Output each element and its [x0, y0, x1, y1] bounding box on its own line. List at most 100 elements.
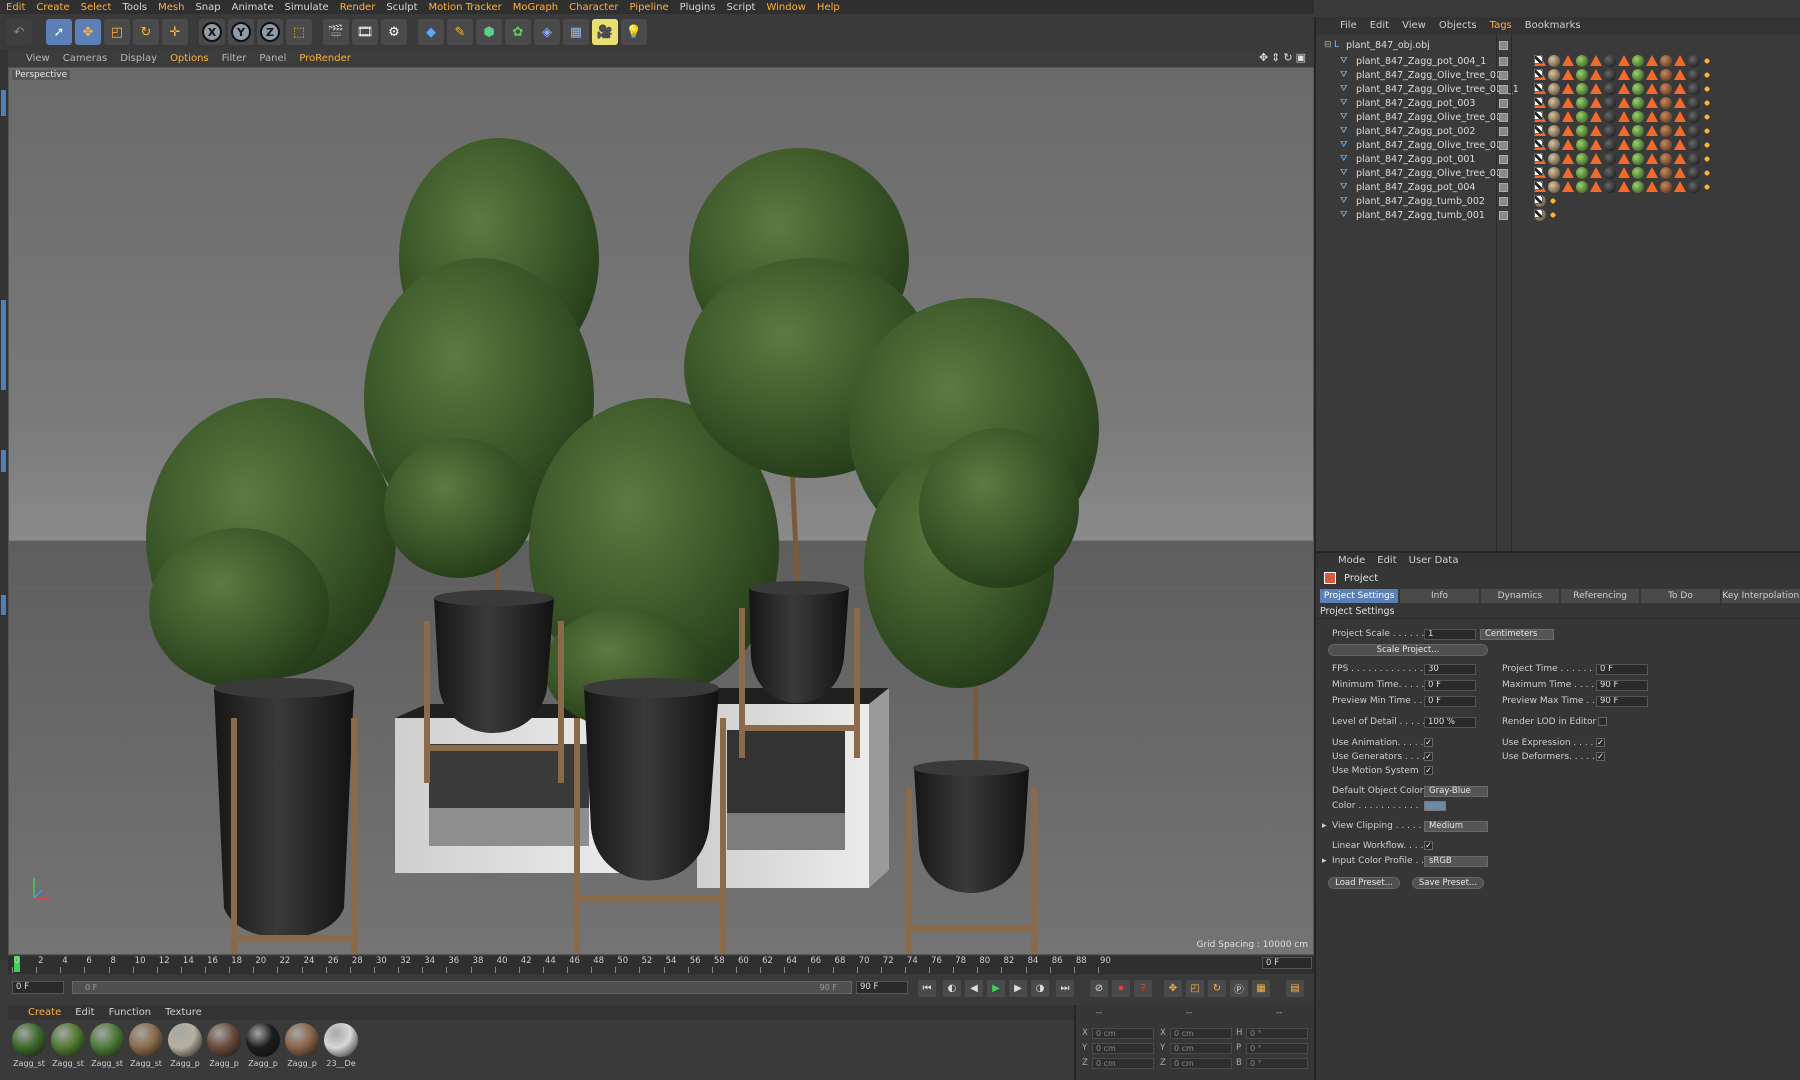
material-tag-icon[interactable]: [1548, 125, 1560, 137]
material-tag-icon[interactable]: [1604, 97, 1616, 109]
linear-workflow-checkbox[interactable]: ✓: [1424, 841, 1433, 850]
om-menu-bookmarks[interactable]: Bookmarks: [1525, 20, 1581, 31]
phong-tag-icon[interactable]: [1590, 69, 1602, 80]
move-key-icon[interactable]: ✥: [1164, 980, 1182, 997]
rotate-icon[interactable]: ↻: [133, 19, 159, 45]
phong-tag-icon[interactable]: [1562, 125, 1574, 136]
material-tag-icon[interactable]: [1576, 125, 1588, 137]
pan-icon[interactable]: ✥: [1259, 51, 1268, 64]
coord-pos-field[interactable]: 0 cm: [1092, 1058, 1154, 1069]
move-icon[interactable]: ✥: [75, 19, 101, 45]
selection-tag-icon[interactable]: [1702, 69, 1712, 81]
lod-field[interactable]: 100 %: [1424, 717, 1476, 728]
coord-size-field[interactable]: 0 cm: [1170, 1028, 1232, 1039]
material-swatch[interactable]: Zagg_p: [167, 1023, 203, 1071]
start-frame-field[interactable]: 0 F: [12, 981, 64, 994]
min-time-field[interactable]: 0 F: [1424, 680, 1476, 691]
phong-tag-icon[interactable]: [1618, 153, 1630, 164]
y-axis-icon[interactable]: Y: [228, 19, 254, 45]
phong-tag-icon[interactable]: [1674, 69, 1686, 80]
phong-tag-icon[interactable]: [1674, 83, 1686, 94]
material-tag-icon[interactable]: [1548, 83, 1560, 95]
material-tag-icon[interactable]: [1604, 181, 1616, 193]
phong-tag-icon[interactable]: [1590, 125, 1602, 136]
deformer-icon[interactable]: ◈: [534, 19, 560, 45]
phong-tag-icon[interactable]: [1618, 167, 1630, 178]
material-tag-icon[interactable]: [1632, 111, 1644, 123]
scale-project-button[interactable]: Scale Project...: [1328, 644, 1488, 656]
uvw-tag-icon[interactable]: [1534, 181, 1543, 190]
material-tag-icon[interactable]: [1632, 167, 1644, 179]
uvw-tag-icon[interactable]: [1534, 97, 1543, 106]
phong-tag-icon[interactable]: [1618, 55, 1630, 66]
material-tag-icon[interactable]: [1632, 55, 1644, 67]
visibility-toggle[interactable]: [1499, 84, 1508, 94]
material-tag-icon[interactable]: [1660, 125, 1672, 137]
tab-key-interpolation[interactable]: Key Interpolation: [1721, 589, 1800, 603]
phong-tag-icon[interactable]: [1646, 97, 1658, 108]
material-tag-icon[interactable]: [1548, 181, 1560, 193]
material-tag-icon[interactable]: [1660, 97, 1672, 109]
uvw-tag-icon[interactable]: [1534, 55, 1543, 64]
current-frame-field[interactable]: 0 F: [1262, 957, 1312, 969]
cube-icon[interactable]: ◆: [418, 19, 444, 45]
visibility-toggle[interactable]: [1499, 140, 1508, 150]
phong-tag-icon[interactable]: [1646, 125, 1658, 136]
expand-arrow-icon[interactable]: ▸: [1322, 856, 1327, 866]
menu-script[interactable]: Script: [726, 2, 755, 13]
material-tag-icon[interactable]: [1688, 97, 1700, 109]
tab-project-settings[interactable]: Project Settings: [1320, 589, 1399, 603]
material-tag-icon[interactable]: [1576, 181, 1588, 193]
viewport-menu-options[interactable]: Options: [170, 53, 209, 64]
material-tag-icon[interactable]: [1660, 153, 1672, 165]
material-tag-icon[interactable]: [1604, 69, 1616, 81]
keyframe-sel-icon[interactable]: ⊘: [1090, 980, 1108, 997]
material-tag-icon[interactable]: [1548, 167, 1560, 179]
pla-key-icon[interactable]: ▦: [1252, 980, 1270, 997]
material-menu-edit[interactable]: Edit: [75, 1007, 94, 1018]
phong-tag-icon[interactable]: [1562, 139, 1574, 150]
menu-sculpt[interactable]: Sculpt: [386, 2, 417, 13]
material-tag-icon[interactable]: [1632, 181, 1644, 193]
am-menu-mode[interactable]: Mode: [1338, 555, 1365, 566]
coord-rot-field[interactable]: 0 °: [1246, 1058, 1308, 1069]
phong-tag-icon[interactable]: [1590, 97, 1602, 108]
layout-marker[interactable]: [1, 90, 6, 116]
material-swatch[interactable]: Zagg_st: [89, 1023, 125, 1071]
timeline-icon[interactable]: ▤: [1286, 980, 1304, 997]
rotate-key-icon[interactable]: ↻: [1208, 980, 1226, 997]
material-tag-icon[interactable]: [1660, 111, 1672, 123]
timeline-ruler[interactable]: 0 F 0 2 4 6 8 10 12 14 16 18 20 22 24 26 28 30 32 34 36 38 4…: [8, 956, 1314, 974]
param-key-icon[interactable]: Ⓟ: [1230, 980, 1248, 997]
coord-icon[interactable]: ⬚: [286, 19, 312, 45]
phong-tag-icon[interactable]: [1646, 153, 1658, 164]
material-swatch[interactable]: 23__De: [323, 1023, 359, 1071]
tab-info[interactable]: Info: [1400, 589, 1479, 603]
menu-select[interactable]: Select: [81, 2, 112, 13]
visibility-toggle[interactable]: [1499, 210, 1508, 220]
use-deformers-checkbox[interactable]: ✓: [1596, 752, 1605, 761]
preview-min-field[interactable]: 0 F: [1424, 696, 1476, 707]
menu-edit[interactable]: Edit: [6, 2, 25, 13]
next-key-icon[interactable]: ◑: [1031, 980, 1049, 997]
material-tag-icon[interactable]: [1632, 83, 1644, 95]
phong-tag-icon[interactable]: [1618, 125, 1630, 136]
om-menu-view[interactable]: View: [1402, 20, 1426, 31]
phong-tag-icon[interactable]: [1618, 111, 1630, 122]
selection-tag-icon[interactable]: [1702, 125, 1712, 137]
end-frame-field[interactable]: 90 F: [856, 981, 908, 994]
phong-tag-icon[interactable]: [1590, 139, 1602, 150]
menu-animate[interactable]: Animate: [232, 2, 274, 13]
light-icon[interactable]: 💡: [621, 19, 647, 45]
cloner-icon[interactable]: ✿: [505, 19, 531, 45]
material-tag-icon[interactable]: [1576, 167, 1588, 179]
orbit-icon[interactable]: ↻: [1283, 51, 1292, 64]
am-menu-user-data[interactable]: User Data: [1409, 555, 1459, 566]
object-root-row[interactable]: ⊟ L plant_847_obj.obj: [1316, 37, 1800, 53]
menu-mograph[interactable]: MoGraph: [513, 2, 558, 13]
viewport-menu-cameras[interactable]: Cameras: [63, 53, 107, 64]
material-tag-icon[interactable]: [1688, 111, 1700, 123]
render-icon[interactable]: 🎞: [352, 19, 378, 45]
om-menu-tags[interactable]: Tags: [1490, 20, 1512, 31]
viewport-menu-panel[interactable]: Panel: [259, 53, 286, 64]
